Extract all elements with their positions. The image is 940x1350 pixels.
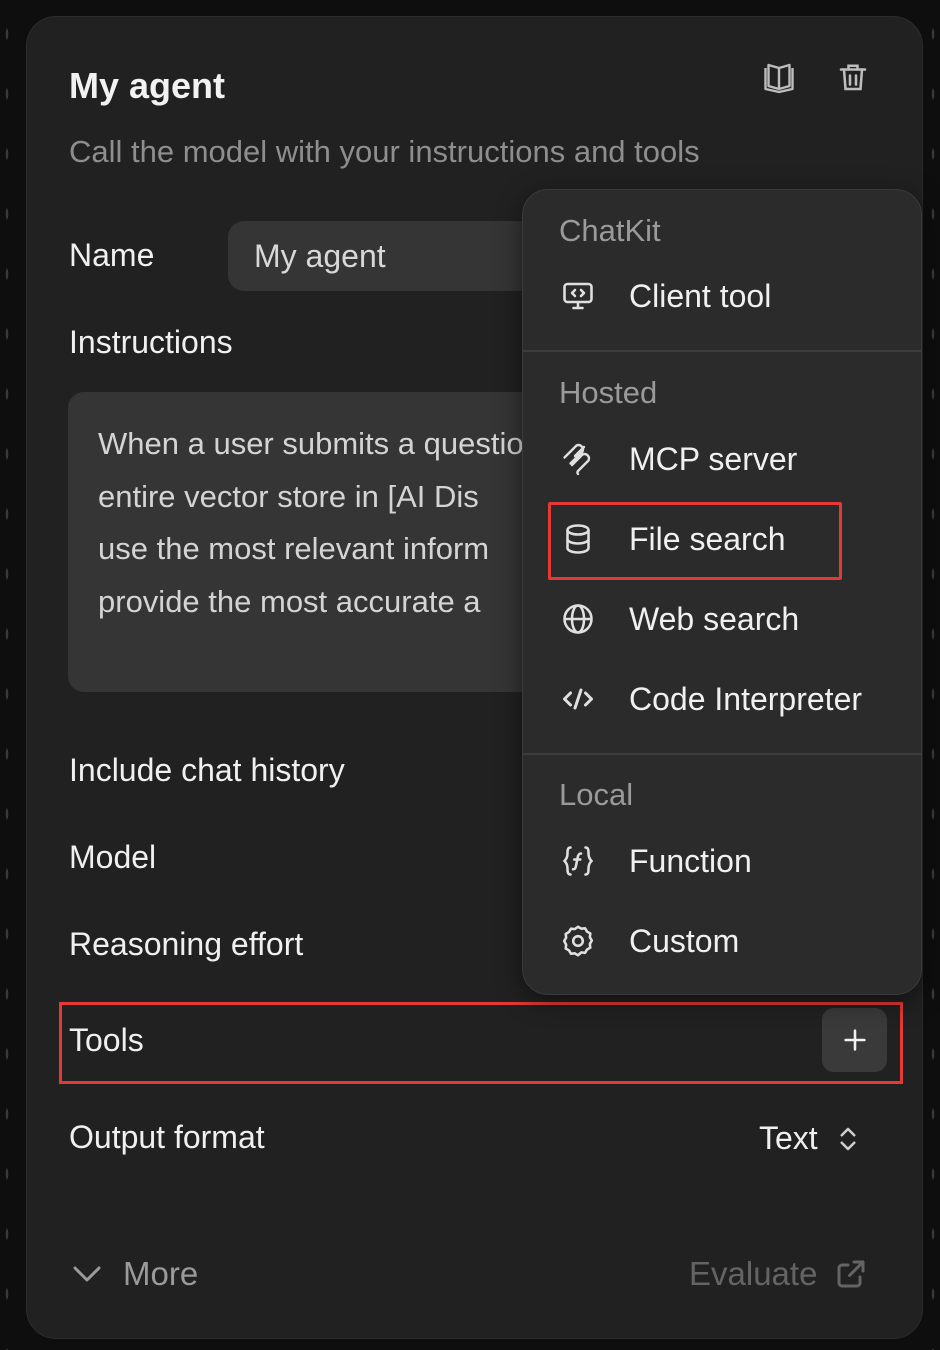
- add-tool-button[interactable]: [822, 1008, 887, 1072]
- monitor-code-icon: [559, 277, 597, 315]
- canvas-dots-left: [0, 0, 14, 1350]
- reasoning-effort-label: Reasoning effort: [69, 926, 304, 962]
- menu-item-label: Code Interpreter: [629, 680, 863, 717]
- menu-item-code-interpreter[interactable]: Code Interpreter: [523, 667, 921, 731]
- gear-icon: [559, 922, 597, 960]
- evaluate-label: Evaluate: [689, 1255, 818, 1292]
- menu-item-label: File search: [629, 520, 786, 557]
- menu-divider: [523, 350, 921, 352]
- menu-item-client-tool[interactable]: Client tool: [523, 264, 921, 328]
- menu-item-function[interactable]: Function: [523, 829, 921, 893]
- menu-divider: [523, 753, 921, 755]
- model-label: Model: [69, 839, 157, 875]
- function-icon: [559, 842, 597, 880]
- instructions-label: Instructions: [69, 324, 233, 360]
- menu-item-mcp-server[interactable]: MCP server: [523, 427, 921, 491]
- add-tool-menu: ChatKit Client tool Hosted MCP server Fi…: [522, 189, 922, 995]
- chevron-updown-icon: [840, 1127, 856, 1150]
- menu-item-label: MCP server: [629, 440, 798, 477]
- menu-section-local: Local: [559, 777, 634, 812]
- external-link-icon: [837, 1260, 865, 1288]
- code-icon: [559, 680, 597, 718]
- panel-subtitle: Call the model with your instructions an…: [69, 134, 700, 169]
- tools-label: Tools: [69, 1022, 144, 1058]
- more-toggle[interactable]: More: [69, 1255, 198, 1293]
- menu-section-hosted: Hosted: [559, 375, 658, 410]
- trash-icon[interactable]: [833, 57, 873, 97]
- menu-item-label: Function: [629, 842, 752, 879]
- menu-section-chatkit: ChatKit: [559, 213, 661, 248]
- tools-row-highlight: [59, 1002, 903, 1084]
- mcp-icon: [559, 440, 597, 478]
- menu-item-web-search[interactable]: Web search: [523, 587, 921, 651]
- menu-item-label: Client tool: [629, 277, 772, 314]
- menu-item-label: Web search: [629, 600, 800, 637]
- menu-item-custom[interactable]: Custom: [523, 909, 921, 973]
- menu-item-file-search[interactable]: File search: [523, 507, 921, 571]
- globe-icon: [559, 600, 597, 638]
- more-label: More: [123, 1255, 199, 1292]
- output-format-select[interactable]: Text: [759, 1120, 860, 1157]
- plus-icon: [843, 1029, 866, 1051]
- panel-title: My agent: [69, 65, 226, 106]
- chevron-down-icon: [73, 1266, 101, 1282]
- include-history-label: Include chat history: [69, 752, 345, 788]
- evaluate-link[interactable]: Evaluate: [689, 1255, 869, 1293]
- menu-item-label: Custom: [629, 922, 740, 959]
- output-format-value: Text: [759, 1120, 818, 1156]
- output-format-label: Output format: [69, 1119, 265, 1155]
- database-icon: [559, 520, 597, 558]
- canvas-dots-right: [926, 0, 940, 1350]
- book-icon[interactable]: [759, 57, 799, 97]
- name-label: Name: [69, 237, 155, 273]
